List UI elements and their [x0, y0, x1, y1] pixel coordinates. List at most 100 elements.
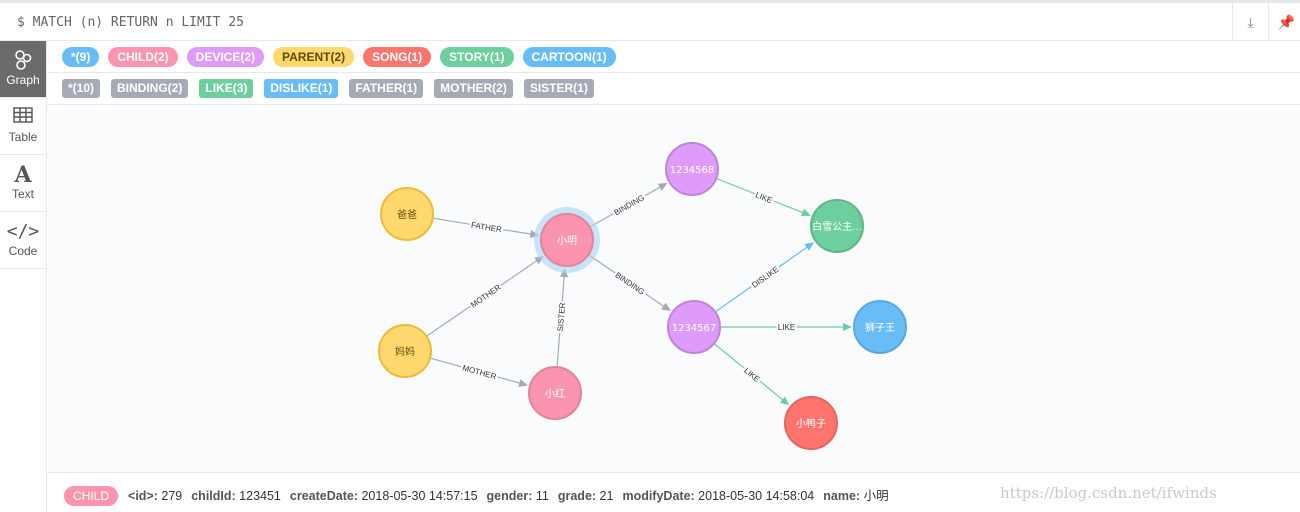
property-key: name:	[823, 489, 861, 503]
property-value: 123451	[239, 489, 281, 503]
node-caption: 小明	[557, 235, 577, 247]
property: createDate: 2018-05-30 14:57:15	[290, 489, 478, 503]
node-caption: 小红	[545, 387, 565, 400]
property-value: 小明	[863, 489, 889, 503]
relationship-type-tag[interactable]: DISLIKE(1)	[264, 79, 339, 98]
graph-node[interactable]: 狮子王	[853, 300, 907, 354]
relationship-like[interactable]: LIKE	[716, 178, 811, 217]
query-bar: $ MATCH (n) RETURN n LIMIT 25 ⤓ 📌	[0, 0, 1300, 41]
relationship-types-row: *(10) BINDING(2) LIKE(3) DISLIKE(1) FATHER(1…	[47, 73, 1300, 105]
node-label-pill[interactable]: CHILD(2)	[108, 47, 178, 67]
property-value: 21	[599, 489, 614, 503]
sidebar-item-label: Graph	[6, 73, 40, 87]
property-key: childId:	[191, 489, 236, 503]
node-labels-row: *(9) CHILD(2) DEVICE(2) PARENT(2) SONG(1) STO…	[47, 41, 1300, 73]
pin-button[interactable]: 📌	[1268, 3, 1300, 41]
sidebar-item-graph[interactable]: Graph	[0, 41, 46, 98]
property: <id>: 279	[128, 489, 182, 503]
property-value: 279	[161, 489, 183, 503]
arrow-head	[657, 182, 668, 191]
relationship-like[interactable]: LIKE	[714, 343, 790, 406]
arrow-head	[661, 302, 671, 312]
sidebar-item-label: Table	[8, 130, 38, 144]
property-key: createDate:	[289, 489, 358, 503]
arrow-head	[843, 323, 852, 331]
node-label-pill[interactable]: PARENT(2)	[273, 47, 355, 67]
property-key: grade:	[557, 489, 597, 503]
graph-node[interactable]: 小红	[528, 366, 582, 420]
relationship-binding[interactable]: BINDING	[588, 254, 671, 312]
node-caption: 妈妈	[395, 345, 415, 358]
node-caption: 1234568	[670, 165, 715, 176]
relationship-binding[interactable]: BINDING	[590, 182, 668, 228]
property: modifyDate: 2018-05-30 14:58:04	[622, 489, 814, 503]
graph-node[interactable]: 小明	[534, 207, 600, 273]
property-value: 2018-05-30 14:58:04	[698, 489, 815, 503]
relationship-mother[interactable]: MOTHER	[426, 255, 544, 337]
relationship-type-tag[interactable]: BINDING(2)	[111, 79, 189, 98]
sidebar-item-text[interactable]: A Text	[0, 155, 46, 212]
property-value: 11	[535, 489, 549, 503]
relationship-mother[interactable]: MOTHER	[430, 357, 529, 387]
node-caption: 白雪公主...	[812, 220, 862, 233]
sidebar-item-code[interactable]: </> Code	[0, 212, 46, 269]
property-key: modifyDate:	[622, 489, 695, 503]
graph-node[interactable]: 1234568	[665, 142, 719, 196]
node-label-pill[interactable]: *(9)	[62, 47, 100, 67]
node-label-pill[interactable]: SONG(1)	[363, 47, 432, 67]
arrow-head	[779, 396, 790, 406]
node-caption: 爸爸	[397, 208, 417, 221]
sidebar-item-table[interactable]: Table	[0, 98, 46, 155]
relationship-type-tag[interactable]: LIKE(3)	[199, 79, 254, 98]
pin-icon: 📌	[1277, 14, 1296, 30]
relationship-caption: LIKE	[778, 323, 795, 332]
code-icon: </>	[6, 221, 40, 242]
relationship-caption: BINDING	[614, 270, 647, 296]
relationship-type-tag[interactable]: FATHER(1)	[349, 79, 424, 98]
relationship-type-tag[interactable]: MOTHER(2)	[434, 79, 513, 98]
graph-node[interactable]: 妈妈	[378, 324, 432, 378]
relationship-caption: SISTER	[556, 302, 567, 332]
download-icon: ⤓	[1247, 14, 1254, 30]
node-label-pill[interactable]: DEVICE(2)	[186, 47, 265, 67]
property-value: 2018-05-30 14:57:15	[361, 489, 478, 503]
arrow-head	[518, 379, 529, 387]
download-button[interactable]: ⤓	[1232, 3, 1268, 41]
arrow-head	[801, 208, 811, 217]
relationship-caption: LIKE	[754, 190, 773, 205]
watermark: https://blog.csdn.net/ifwinds	[1000, 484, 1217, 502]
graph-canvas[interactable]: FATHER MOTHER MOTHER SISTER BINDING BINDING LI…	[47, 105, 1300, 472]
relationship-father[interactable]: FATHER	[433, 217, 540, 239]
table-icon	[0, 106, 46, 130]
relationship-sister[interactable]: SISTER	[554, 267, 569, 367]
graph-svg[interactable]: FATHER MOTHER MOTHER SISTER BINDING BINDING LI…	[47, 105, 1300, 472]
property: gender: 11	[487, 489, 549, 503]
property: name: 小明	[823, 489, 888, 503]
text-icon: A	[14, 162, 32, 188]
relationship-type-tag[interactable]: SISTER(1)	[523, 79, 594, 98]
sidebar-item-label: Text	[11, 187, 34, 201]
relationship-like[interactable]: LIKE	[721, 321, 852, 334]
relationship-caption: FATHER	[470, 220, 502, 234]
property: grade: 21	[558, 489, 614, 503]
node-caption: 小鸭子	[796, 417, 826, 430]
node-caption: 狮子王	[865, 321, 895, 334]
sidebar-item-label: Code	[8, 244, 38, 258]
node-label-badge[interactable]: CHILD	[64, 486, 119, 506]
graph-node[interactable]: 白雪公主...	[810, 199, 864, 253]
property: childId: 123451	[191, 489, 281, 503]
property-key: <id>:	[128, 489, 158, 503]
node-label-pill[interactable]: STORY(1)	[440, 47, 514, 67]
graph-node[interactable]: 小鸭子	[784, 396, 838, 450]
relationship-caption: MOTHER	[461, 363, 497, 381]
relationship-dislike[interactable]: DISLIKE	[715, 242, 815, 312]
node-caption: 1234567	[672, 323, 717, 334]
graph-node[interactable]: 爸爸	[380, 187, 434, 241]
arrow-head	[804, 242, 815, 251]
property-key: gender:	[486, 489, 533, 503]
relationship-caption: MOTHER	[469, 283, 503, 310]
graph-node[interactable]: 1234567	[667, 300, 721, 354]
relationship-type-tag[interactable]: *(10)	[62, 79, 101, 98]
query-text[interactable]: $ MATCH (n) RETURN n LIMIT 25	[17, 15, 244, 30]
node-label-pill[interactable]: CARTOON(1)	[522, 47, 616, 67]
